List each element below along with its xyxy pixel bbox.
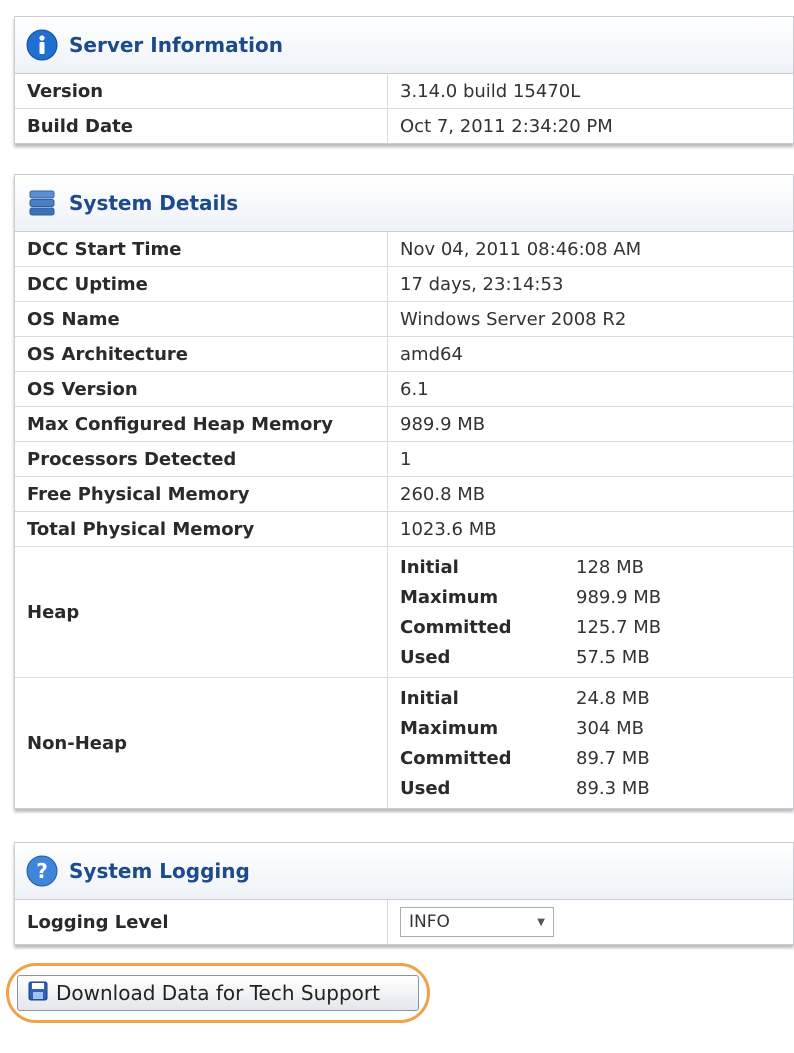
non-heap-key: Committed [400,747,512,769]
download-data-button[interactable]: Download Data for Tech Support [17,975,419,1011]
non-heap-value: 89.7 MB [576,747,650,769]
table-row: DCC Start Time Nov 04, 2011 08:46:08 AM [15,232,793,267]
row-label: DCC Start Time [15,232,388,267]
heap-key: Maximum [400,586,499,608]
panel-header: Server Information [15,17,793,74]
heap-key: Used [400,646,451,668]
heap-key: Initial [400,556,459,578]
non-heap-key: Maximum [400,717,499,739]
row-label: OS Architecture [15,336,388,372]
row-label: OS Name [15,301,388,337]
table-row: OS Name Windows Server 2008 R2 [15,301,793,337]
chevron-down-icon: ▼ [537,916,545,928]
row-label: Version [15,74,388,109]
server-information-panel: Server Information Version 3.14.0 build … [14,16,794,144]
download-button-label: Download Data for Tech Support [56,981,380,1005]
row-label: Total Physical Memory [15,511,388,547]
panel-title: Server Information [69,33,283,57]
non-heap-key: Initial [400,687,459,709]
row-label: Build Date [15,108,388,143]
table-row: Total Physical Memory 1023.6 MB [15,511,793,547]
heap-value: 57.5 MB [576,646,650,668]
save-disk-icon [28,981,48,1006]
row-value: 3.14.0 build 15470L [400,80,581,102]
logging-level-cell: INFO ▼ [388,900,794,944]
non-heap-key: Used [400,777,451,799]
row-value: Oct 7, 2011 2:34:20 PM [387,108,793,143]
heap-value: 989.9 MB [576,586,662,608]
heap-key: Committed [400,616,512,638]
logging-level-value: INFO [409,912,450,932]
table-row: Max Configured Heap Memory 989.9 MB [15,406,793,442]
row-value: amd64 [387,336,793,372]
row-value: 17 days, 23:14:53 [387,266,793,302]
table-row: OS Version 6.1 [15,371,793,407]
download-highlight: Download Data for Tech Support [6,963,430,1023]
heap-row: Heap Initial 128 MB Maximum 989.9 MB Commi… [15,546,793,678]
row-label: DCC Uptime [15,266,388,302]
row-value: 1 [387,441,793,477]
non-heap-value: 304 MB [576,717,644,739]
heap-value: 125.7 MB [576,616,662,638]
logging-table: Logging Level INFO ▼ [15,900,793,944]
logging-level-select[interactable]: INFO ▼ [400,907,554,937]
help-icon: ? [25,854,59,888]
non-heap-value: 24.8 MB [576,687,650,709]
row-value: Nov 04, 2011 08:46:08 AM [400,238,642,260]
row-value: 989.9 MB [387,406,793,442]
database-icon [25,186,59,220]
panel-title: System Logging [69,859,250,883]
row-label: Heap [15,546,388,678]
system-details-panel: System Details DCC Start Time Nov 04, 20… [14,174,794,809]
panel-header: ? System Logging [15,843,793,900]
svg-text:?: ? [36,859,48,883]
panel-title: System Details [69,191,239,215]
table-row: Free Physical Memory 260.8 MB [15,476,793,512]
heap-subtable: Initial 128 MB Maximum 989.9 MB Committed 1… [400,552,661,672]
panel-header: System Details [15,175,793,232]
row-label: OS Version [15,371,388,407]
system-logging-panel: ? System Logging Logging Level INFO ▼ [14,842,794,945]
row-label: Max Configured Heap Memory [15,406,388,442]
row-value: 260.8 MB [387,476,793,512]
row-value: Windows Server 2008 R2 [387,301,793,337]
non-heap-row: Non-Heap Initial 24.8 MB Maximum 304 MB Co… [15,677,793,808]
heap-value: 128 MB [576,556,644,578]
heap-values: Initial 128 MB Maximum 989.9 MB Committed 1… [387,546,793,678]
row-label: Non-Heap [15,677,388,808]
table-row: Version 3.14.0 build 15470L [15,74,793,109]
table-row: DCC Uptime 17 days, 23:14:53 [15,266,793,302]
table-row: Processors Detected 1 [15,441,793,477]
row-label: Free Physical Memory [15,476,388,512]
table-row: Build Date Oct 7, 2011 2:34:20 PM [15,108,793,143]
system-details-table: DCC Start Time Nov 04, 2011 08:46:08 AM … [15,232,793,808]
non-heap-subtable: Initial 24.8 MB Maximum 304 MB Committed 89… [400,683,650,803]
logging-level-label: Logging Level [15,900,388,944]
info-icon [25,28,59,62]
non-heap-values: Initial 24.8 MB Maximum 304 MB Committed 89… [387,677,793,808]
row-label: Processors Detected [15,441,388,477]
table-row: Logging Level INFO ▼ [15,900,793,944]
server-info-table: Version 3.14.0 build 15470L Build Date O… [15,74,793,143]
row-value: 6.1 [387,371,793,407]
table-row: OS Architecture amd64 [15,336,793,372]
non-heap-value: 89.3 MB [576,777,650,799]
row-value: 1023.6 MB [387,511,793,547]
